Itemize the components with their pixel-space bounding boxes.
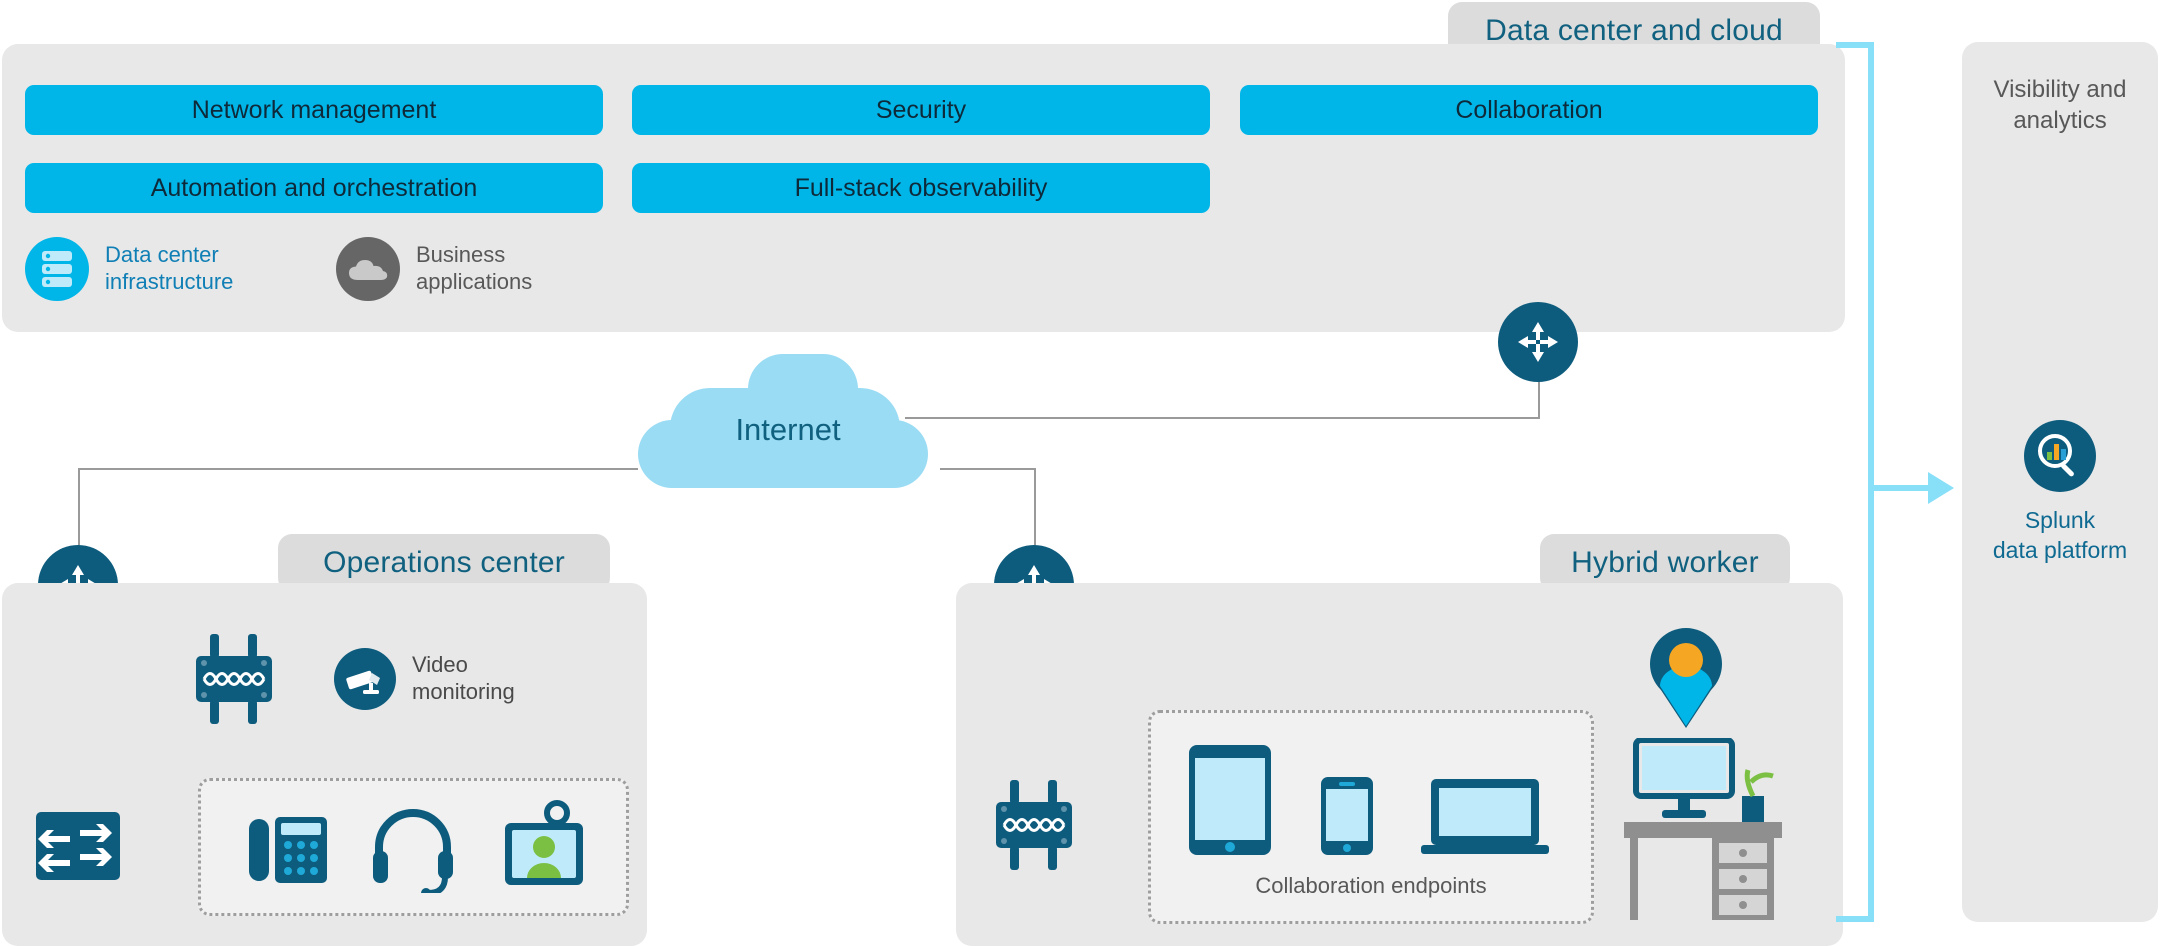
- ip-phone-icon[interactable]: [247, 805, 329, 896]
- asset-data-center-infrastructure[interactable]: Data center infrastructure: [25, 237, 233, 301]
- bracket-bottom: [1836, 916, 1874, 922]
- pill-label: Security: [875, 95, 967, 124]
- router-icon-datacenter[interactable]: [1498, 302, 1578, 382]
- pill-network-management[interactable]: Network management: [25, 85, 603, 135]
- video-endpoint-icon[interactable]: [501, 799, 587, 896]
- asset-label-line1: Video: [412, 652, 468, 678]
- asset-business-applications[interactable]: Business applications: [336, 237, 532, 301]
- cloud-icon: [336, 237, 400, 301]
- magnifier-chart-icon: [2024, 420, 2096, 492]
- wireless-access-point-icon-hybrid[interactable]: [988, 776, 1080, 874]
- bracket-top: [1836, 42, 1874, 48]
- tab-label: Data center and cloud: [1485, 14, 1783, 47]
- desk-workstation-icon: [1624, 737, 1794, 924]
- pill-label: Collaboration: [1455, 95, 1603, 124]
- network-switch-icon[interactable]: [36, 812, 120, 880]
- tab-label: Hybrid worker: [1571, 546, 1759, 579]
- location-pin-icon: [1646, 628, 1726, 728]
- laptop-icon[interactable]: [1421, 779, 1551, 862]
- pill-label: Automation and orchestration: [150, 173, 478, 202]
- pill-automation-and-orchestration[interactable]: Automation and orchestration: [25, 163, 603, 213]
- tablet-icon[interactable]: [1189, 745, 1271, 860]
- product-label-line1: Splunk: [2024, 507, 2096, 533]
- server-stack-icon: [25, 237, 89, 301]
- link-internet-to-ops: [78, 468, 638, 470]
- link-internet-right-leg: [940, 468, 1036, 470]
- asset-label-line1: Business: [416, 242, 506, 268]
- pill-security[interactable]: Security: [632, 85, 1210, 135]
- collaboration-endpoints-group: Collaboration endpoints: [1148, 710, 1594, 924]
- asset-label: Data center infrastructure: [105, 242, 233, 296]
- pill-full-stack-observability[interactable]: Full-stack observability: [632, 163, 1210, 213]
- asset-label-line1: Data center: [105, 242, 219, 268]
- internet-cloud: Internet: [638, 348, 938, 488]
- product-splunk-data-platform[interactable]: Splunk data platform: [1962, 420, 2158, 620]
- analytics-title-line1: Visibility and: [1993, 75, 2127, 103]
- asset-label: Video monitoring: [412, 652, 515, 706]
- analytics-title-line2: analytics: [2013, 107, 2107, 134]
- internet-label: Internet: [735, 412, 841, 447]
- asset-video-monitoring[interactable]: Video monitoring: [334, 648, 515, 710]
- smartphone-icon[interactable]: [1321, 777, 1373, 860]
- tab-label: Operations center: [323, 546, 565, 579]
- collaboration-endpoints-label: Collaboration endpoints: [1255, 873, 1487, 898]
- pill-label: Network management: [191, 95, 437, 124]
- ops-collaboration-device-group: [198, 778, 629, 916]
- link-internet-to-dc-router: [905, 417, 1540, 419]
- product-label-line2: data platform: [1992, 536, 2128, 563]
- wireless-access-point-icon[interactable]: [188, 630, 280, 728]
- asset-label-line2: applications: [416, 269, 533, 294]
- bracket-arrow-stem: [1874, 485, 1932, 491]
- asset-label-line2: infrastructure: [105, 269, 234, 294]
- pill-label: Full-stack observability: [794, 173, 1048, 202]
- product-label: Splunk data platform: [1962, 506, 2158, 566]
- headset-icon[interactable]: [369, 803, 457, 898]
- analytics-title: Visibility and analytics: [1962, 70, 2158, 140]
- bracket-vertical: [1868, 42, 1874, 922]
- pill-collaboration[interactable]: Collaboration: [1240, 85, 1818, 135]
- video-camera-icon: [334, 648, 396, 710]
- bracket-arrowhead-icon: [1928, 472, 1954, 504]
- asset-label-line2: monitoring: [412, 679, 515, 704]
- asset-label: Business applications: [416, 242, 532, 296]
